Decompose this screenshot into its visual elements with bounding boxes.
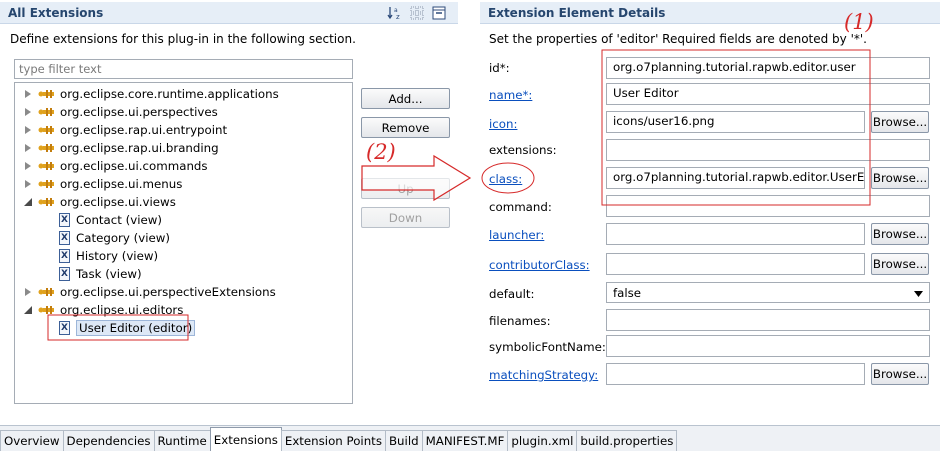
down-button[interactable]: Down (361, 207, 450, 228)
contributor-class-link[interactable]: contributorClass: (489, 258, 590, 272)
matching-strategy-browse-button[interactable]: Browse... (871, 363, 929, 385)
matching-strategy-link[interactable]: matchingStrategy: (489, 368, 598, 382)
id-label: id*: (489, 61, 510, 75)
grid-icon[interactable] (409, 5, 425, 21)
element-details-title: Extension Element Details (488, 6, 666, 20)
tree-item-extension[interactable]: org.eclipse.rap.ui.entrypoint (23, 121, 227, 139)
expand-arrow-icon[interactable] (23, 125, 33, 135)
xml-element-icon: X (59, 267, 70, 281)
collapse-arrow-icon[interactable] (23, 305, 33, 315)
expand-arrow-icon[interactable] (23, 161, 33, 171)
tab-dependencies[interactable]: Dependencies (62, 430, 155, 451)
callout-1-label: (1) (844, 10, 874, 34)
command-field[interactable] (606, 195, 930, 217)
remove-button[interactable]: Remove (361, 117, 450, 138)
editor-tabs: Overview Dependencies Runtime Extensions… (0, 425, 940, 451)
sort-alpha-icon[interactable]: az (387, 5, 403, 21)
icon-field[interactable]: icons/user16.png (606, 111, 865, 133)
filenames-label: filenames: (489, 314, 551, 328)
tab-extension-points[interactable]: Extension Points (280, 430, 386, 451)
collapse-all-icon[interactable] (431, 5, 447, 21)
class-browse-button[interactable]: Browse... (871, 167, 929, 189)
id-field[interactable]: org.o7planning.tutorial.rapwb.editor.use… (606, 57, 930, 79)
tree-item-extension[interactable]: org.eclipse.ui.views (23, 193, 176, 211)
collapse-arrow-icon[interactable] (23, 197, 33, 207)
tab-build[interactable]: Build (384, 430, 423, 451)
launcher-browse-button[interactable]: Browse... (871, 223, 929, 245)
all-extensions-header: All Extensions az (0, 2, 458, 24)
filenames-field[interactable] (606, 309, 930, 331)
contributor-class-browse-button[interactable]: Browse... (871, 253, 929, 275)
extension-plug-icon (37, 161, 55, 171)
add-button[interactable]: Add... (361, 88, 450, 109)
tree-item-element[interactable]: X History (view) (59, 247, 158, 265)
tree-item-element[interactable]: X Category (view) (59, 229, 170, 247)
tree-item-extension[interactable]: org.eclipse.ui.commands (23, 157, 208, 175)
extension-plug-icon (37, 107, 55, 117)
tree-item-element-selected[interactable]: X User Editor (editor) (59, 319, 196, 337)
expand-arrow-icon[interactable] (23, 89, 33, 99)
tab-overview[interactable]: Overview (0, 430, 64, 451)
tab-plugin-xml[interactable]: plugin.xml (507, 430, 578, 451)
tree-item-extension[interactable]: org.eclipse.ui.perspectives (23, 103, 218, 121)
all-extensions-title: All Extensions (8, 6, 104, 20)
expand-arrow-icon[interactable] (23, 143, 33, 153)
tab-runtime[interactable]: Runtime (153, 430, 211, 451)
name-link[interactable]: name*: (489, 88, 532, 102)
tree-item-extension[interactable]: org.eclipse.ui.perspectiveExtensions (23, 283, 276, 301)
name-field[interactable]: User Editor (606, 83, 930, 105)
tree-item-extension[interactable]: org.eclipse.core.runtime.applications (23, 85, 279, 103)
expand-arrow-icon[interactable] (23, 287, 33, 297)
xml-element-icon: X (59, 231, 70, 245)
tab-extensions[interactable]: Extensions (209, 427, 282, 451)
icon-browse-button[interactable]: Browse... (871, 111, 929, 133)
tree-item-extension[interactable]: org.eclipse.ui.editors (23, 301, 183, 319)
symbolic-font-name-field[interactable] (606, 335, 930, 357)
filter-input[interactable] (14, 59, 353, 79)
tab-manifest[interactable]: MANIFEST.MF (421, 430, 509, 451)
extension-plug-icon (37, 143, 55, 153)
extensions-field[interactable] (606, 139, 930, 161)
element-details-description: Set the properties of 'editor' Required … (489, 32, 867, 46)
all-extensions-toolbar: az (387, 5, 447, 21)
all-extensions-description: Define extensions for this plug-in in th… (10, 32, 356, 46)
launcher-field[interactable] (606, 223, 865, 245)
contributor-class-field[interactable] (606, 253, 865, 275)
extension-plug-icon (37, 305, 55, 315)
class-field[interactable]: org.o7planning.tutorial.rapwb.editor.Use… (606, 167, 865, 189)
svg-text:z: z (396, 13, 400, 21)
xml-element-icon: X (59, 249, 70, 263)
expand-arrow-icon[interactable] (23, 179, 33, 189)
up-button[interactable]: Up (361, 178, 450, 199)
xml-element-icon: X (59, 213, 70, 227)
command-label: command: (489, 200, 552, 214)
xml-element-icon: X (59, 321, 70, 335)
extensions-label: extensions: (489, 143, 557, 157)
icon-link[interactable]: icon: (489, 117, 517, 131)
default-select-value: false (613, 285, 642, 300)
tab-build-properties[interactable]: build.properties (576, 430, 678, 451)
expand-arrow-icon[interactable] (23, 107, 33, 117)
callout-2-label: (2) (366, 140, 396, 164)
dropdown-arrow-icon (914, 286, 923, 300)
extension-plug-icon (37, 287, 55, 297)
extensions-tree[interactable]: org.eclipse.core.runtime.applications or… (14, 82, 353, 404)
tree-item-element[interactable]: X Task (view) (59, 265, 142, 283)
default-select[interactable]: false (606, 282, 930, 303)
symbolic-font-name-label: symbolicFontName: (489, 340, 606, 354)
launcher-link[interactable]: launcher: (489, 228, 544, 242)
class-link[interactable]: class: (489, 172, 522, 186)
matching-strategy-field[interactable] (606, 363, 865, 385)
extension-plug-icon (37, 89, 55, 99)
extension-plug-icon (37, 125, 55, 135)
extension-plug-icon (37, 179, 55, 189)
extension-plug-icon (37, 197, 55, 207)
tree-item-extension[interactable]: org.eclipse.rap.ui.branding (23, 139, 219, 157)
tree-item-element[interactable]: X Contact (view) (59, 211, 162, 229)
default-label: default: (489, 287, 535, 301)
tree-item-extension[interactable]: org.eclipse.ui.menus (23, 175, 182, 193)
